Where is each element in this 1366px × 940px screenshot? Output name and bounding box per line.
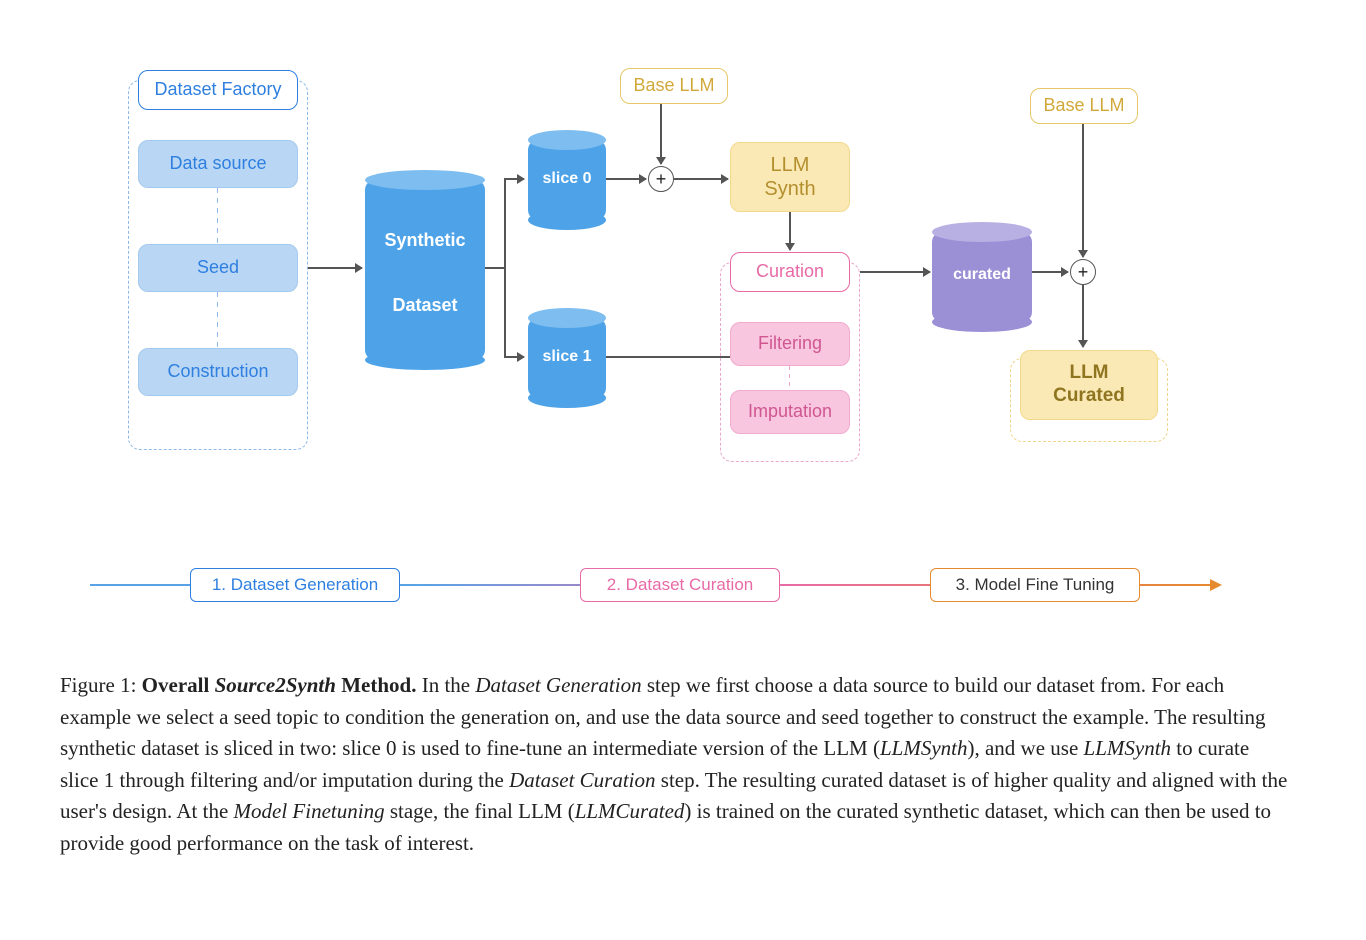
arrow [308,267,362,269]
plus-node: + [648,166,674,192]
arrow [1082,124,1084,257]
arrow [860,271,930,273]
plus-node: + [1070,259,1096,285]
page-root: Dataset Factory Data source Seed Constru… [0,0,1366,940]
connector-line [606,356,730,358]
stage-1-box: 1. Dataset Generation [190,568,400,602]
split-line [485,267,505,269]
arrow [660,104,662,164]
dash-connector [789,366,790,390]
dash-connector [217,292,218,348]
slice0-cylinder: slice 0 [528,130,606,230]
arrow [606,178,646,180]
construction-box: Construction [138,348,298,396]
arrow [1032,271,1068,273]
data-source-box: Data source [138,140,298,188]
stage-2-box: 2. Dataset Curation [580,568,780,602]
imputation-box: Imputation [730,390,850,434]
llm-synth-box: LLMSynth [730,142,850,212]
figure-caption: Figure 1: Overall Source2Synth Method. I… [60,670,1290,859]
stage-arrowhead [1210,579,1222,591]
arrow [504,178,524,180]
split-line [504,178,506,358]
seed-box: Seed [138,244,298,292]
curation-box: Curation [730,252,850,292]
dataset-factory-title: Dataset Factory [138,70,298,110]
base-llm-box-right: Base LLM [1030,88,1138,124]
stage-bar: 1. Dataset Generation 2. Dataset Curatio… [60,550,1306,620]
synthetic-dataset-cylinder: Synthetic Dataset [365,170,485,370]
filtering-box: Filtering [730,322,850,366]
arrow [674,178,728,180]
arrow [504,356,524,358]
curated-cylinder: curated [932,222,1032,332]
slice1-cylinder: slice 1 [528,308,606,408]
base-llm-box-left: Base LLM [620,68,728,104]
llm-curated-box: LLMCurated [1020,350,1158,420]
arrow [789,212,791,250]
diagram-canvas: Dataset Factory Data source Seed Constru… [60,40,1306,540]
dash-connector [217,188,218,244]
stage-3-box: 3. Model Fine Tuning [930,568,1140,602]
arrow [1082,285,1084,347]
